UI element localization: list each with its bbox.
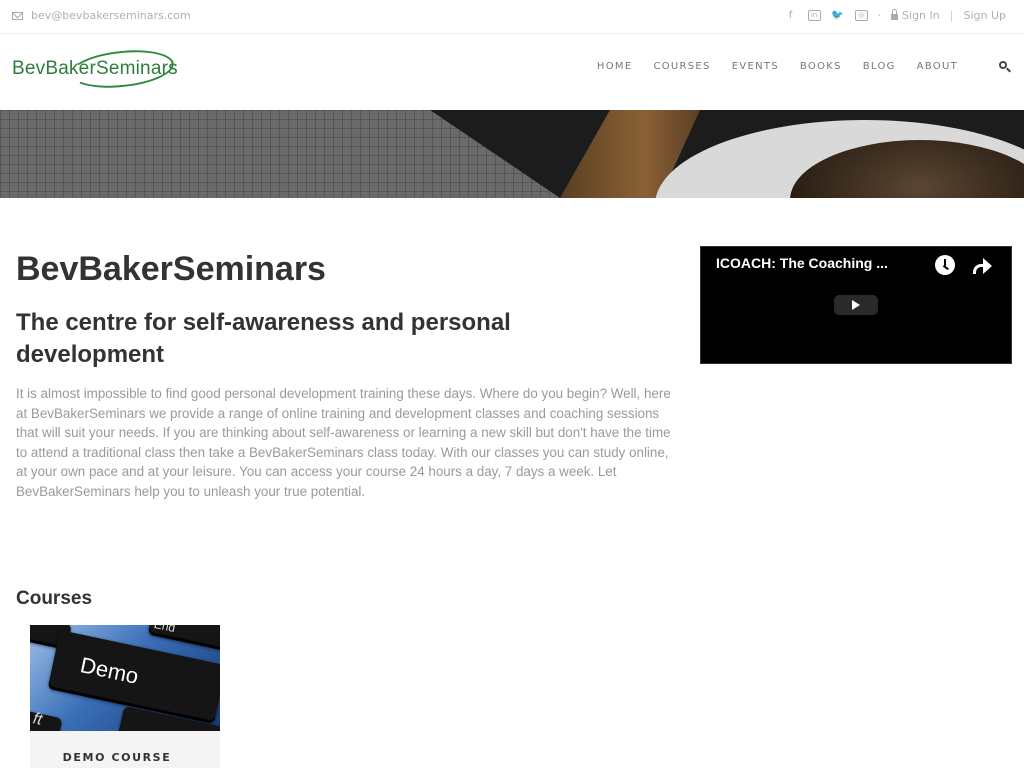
site-header: BevBakerSeminars HOME COURSES EVENTS BOO… xyxy=(0,35,1024,110)
page-tagline: The centre for self-awareness and person… xyxy=(16,309,511,368)
search-icon[interactable] xyxy=(999,61,1011,73)
bullet-separator: · xyxy=(877,8,882,22)
linkedin-icon[interactable]: in xyxy=(807,9,821,21)
logo-text: BevBakerSeminars xyxy=(12,58,178,79)
nav-events[interactable]: EVENTS xyxy=(732,61,779,72)
share-icon[interactable] xyxy=(971,255,993,275)
page-title: BevBakerSeminars xyxy=(16,250,326,288)
link-divider: | xyxy=(949,8,954,22)
top-bar-links: f in 🐦 ◎ · Sign In | Sign Up xyxy=(784,8,1006,22)
play-button[interactable] xyxy=(834,295,878,315)
course-image[interactable]: End Demo ft xyxy=(30,625,220,731)
hero-banner xyxy=(0,110,1024,198)
course-card[interactable]: End Demo ft DEMO COURSE xyxy=(30,625,220,768)
envelope-icon xyxy=(12,11,23,20)
top-bar: bev@bevbakerseminars.com f in 🐦 ◎ · Sign… xyxy=(0,0,1024,34)
intro-paragraph: It is almost impossible to find good per… xyxy=(16,386,671,499)
courses-heading: Courses xyxy=(16,588,93,609)
main-nav: HOME COURSES EVENTS BOOKS BLOG ABOUT xyxy=(597,61,958,72)
course-title[interactable]: DEMO COURSE xyxy=(30,751,204,764)
sign-in-link[interactable]: Sign In xyxy=(891,8,940,22)
site-logo[interactable]: BevBakerSeminars xyxy=(12,45,222,93)
sign-in-label: Sign In xyxy=(902,8,940,22)
sign-up-link[interactable]: Sign Up xyxy=(963,9,1006,22)
lock-icon xyxy=(891,8,899,20)
nav-books[interactable]: BOOKS xyxy=(800,61,842,72)
banner-notebook xyxy=(0,110,560,198)
contact-email[interactable]: bev@bevbakerseminars.com xyxy=(12,9,191,22)
nav-courses[interactable]: COURSES xyxy=(653,61,710,72)
instagram-icon[interactable]: ◎ xyxy=(854,9,868,21)
video-embed[interactable]: ICOACH: The Coaching ... xyxy=(700,246,1012,364)
nav-about[interactable]: ABOUT xyxy=(917,61,958,72)
video-title[interactable]: ICOACH: The Coaching ... xyxy=(716,255,888,271)
email-text: bev@bevbakerseminars.com xyxy=(31,9,191,22)
nav-blog[interactable]: BLOG xyxy=(863,61,896,72)
watch-later-icon[interactable] xyxy=(935,255,955,275)
facebook-icon[interactable]: f xyxy=(784,8,798,22)
nav-home[interactable]: HOME xyxy=(597,61,633,72)
twitter-icon[interactable]: 🐦 xyxy=(831,8,845,22)
